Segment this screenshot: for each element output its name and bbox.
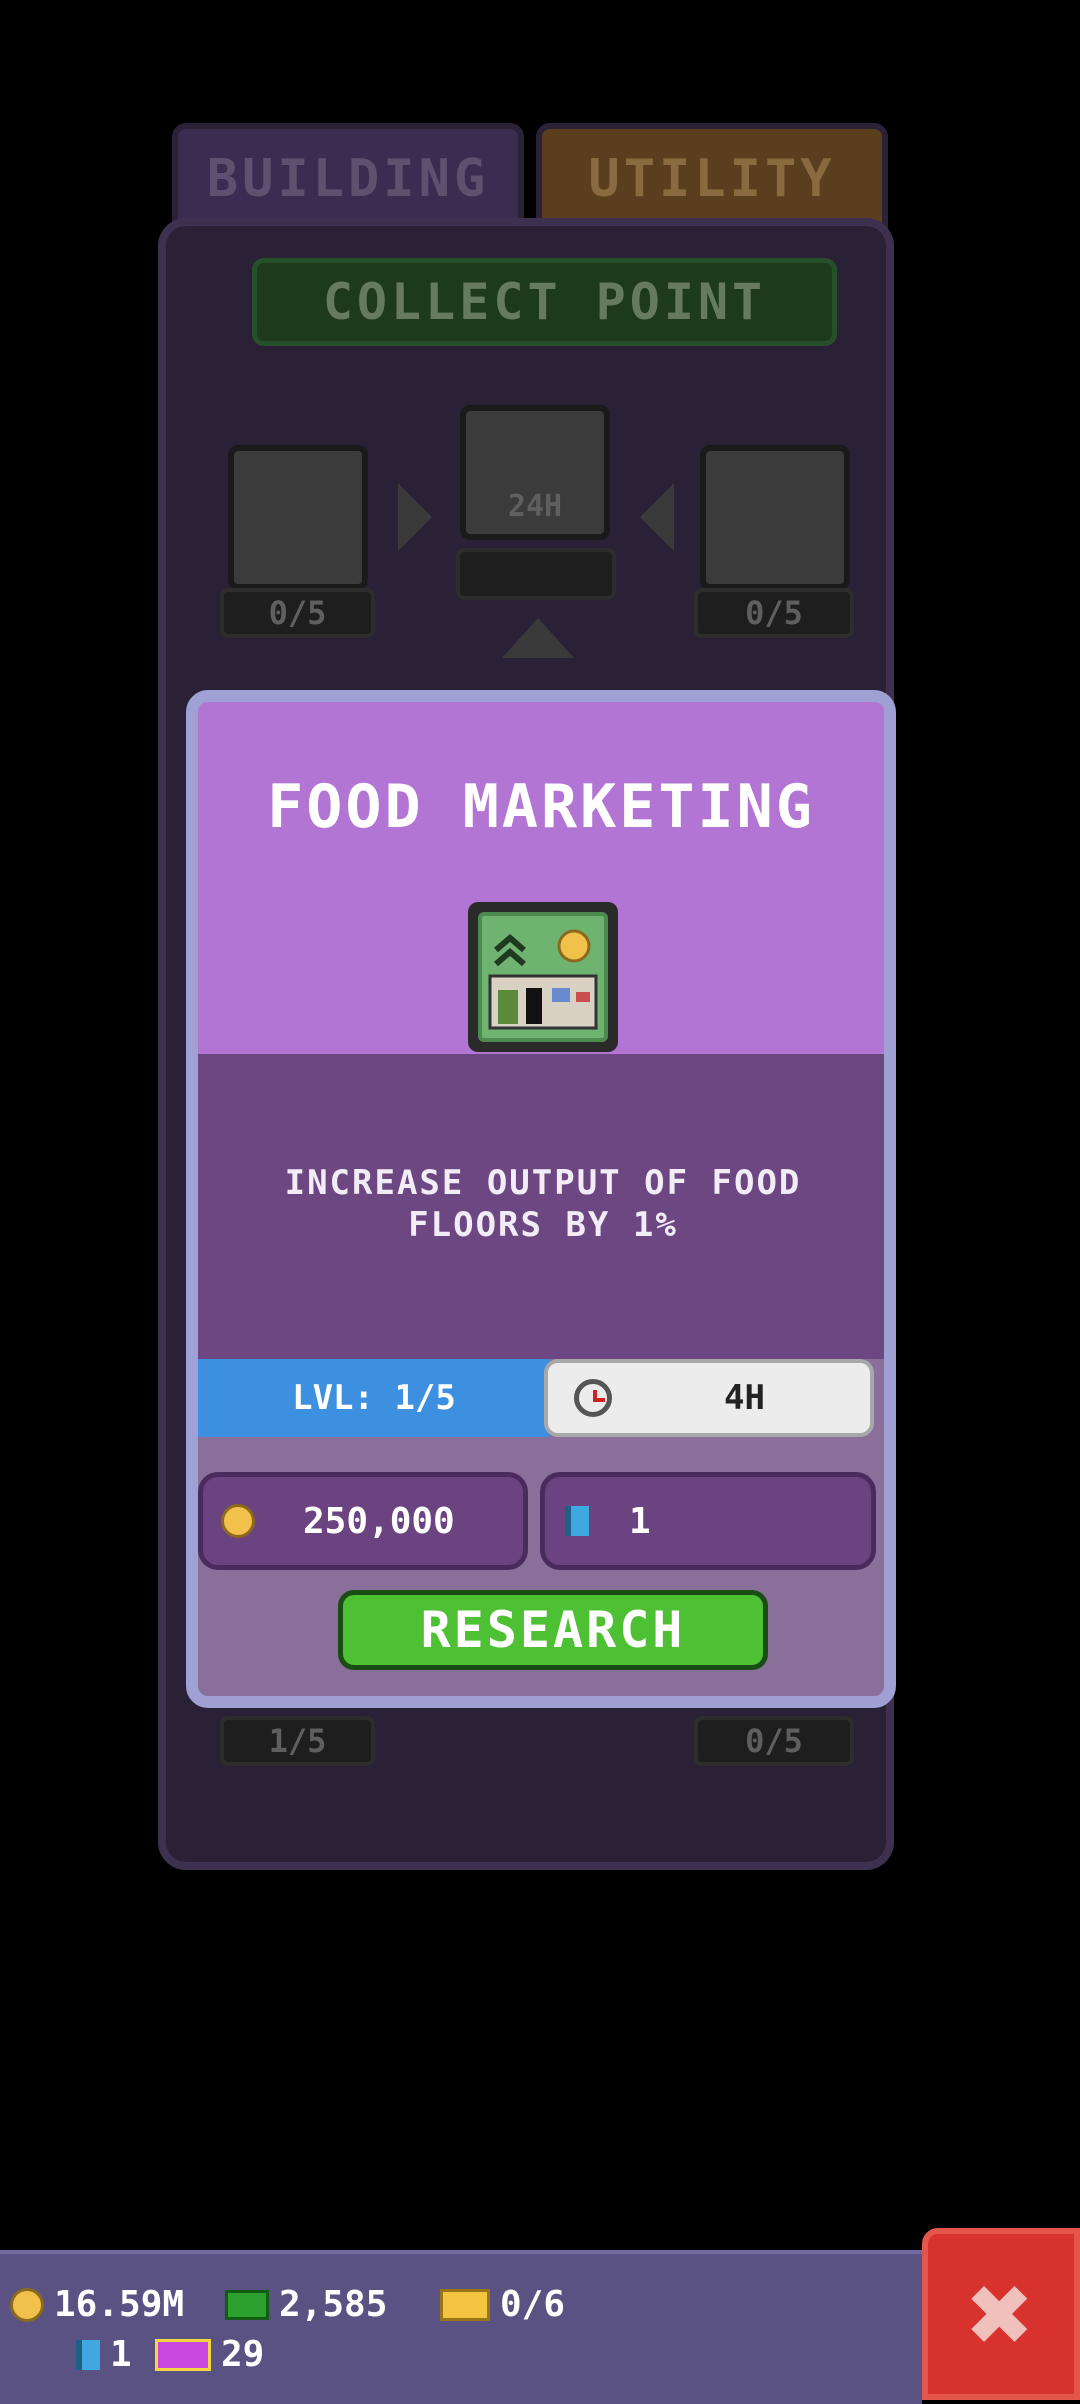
duration-indicator: 4H: [544, 1359, 874, 1437]
coin-icon: [10, 2287, 44, 2322]
clock-icon: [574, 1379, 612, 1417]
close-button[interactable]: ✖: [922, 2228, 1080, 2400]
coin-icon: [221, 1504, 255, 1538]
tree-node-right[interactable]: [700, 445, 850, 590]
tickets-value: 0/6: [500, 2284, 566, 2325]
research-modal: FOOD MARKETING INCREASE OUTPUT OF FOOD F…: [186, 690, 896, 1708]
gems-resource: 1: [76, 2334, 132, 2375]
coin-cost: 250,000: [198, 1472, 528, 1570]
collect-point-header: COLLECT POINT: [252, 258, 837, 346]
food-floor-icon: [488, 929, 598, 1030]
tree-node-left-count: 0/5: [220, 588, 375, 638]
gems-value: 1: [110, 2334, 132, 2375]
modal-title: FOOD MARKETING: [267, 772, 815, 842]
cash-icon: [225, 2289, 269, 2320]
coins-value: 16.59M: [54, 2284, 185, 2325]
resource-bar: 16.59M 2,585 0/6 1 29: [0, 2250, 922, 2404]
cash-resource: 2,585: [225, 2284, 387, 2325]
tree-arrow-up: [502, 618, 574, 658]
duration-label: 4H: [724, 1378, 765, 1418]
tree-node-bottom-right-count: 0/5: [694, 1716, 854, 1766]
food-marketing-icon: [468, 902, 618, 1052]
ticket-icon: [440, 2288, 490, 2321]
coins-resource: 16.59M: [10, 2284, 184, 2325]
research-token-icon: [76, 2339, 100, 2370]
modal-description: INCREASE OUTPUT OF FOOD FLOORS BY 1%: [284, 1163, 802, 1245]
level-indicator: LVL: 1/5: [198, 1359, 550, 1437]
tree-node-right-count: 0/5: [694, 588, 854, 638]
tree-node-bottom-left-count: 1/5: [220, 1716, 375, 1766]
close-icon: ✖: [967, 2250, 1035, 2378]
tree-node-center[interactable]: 24H: [460, 405, 610, 540]
gem-cost: 1: [540, 1472, 876, 1570]
tree-node-center-timer: 24H: [507, 489, 563, 524]
tree-arrow-left: [640, 483, 674, 551]
cash-value: 2,585: [279, 2284, 388, 2325]
vip-resource: 29: [155, 2334, 264, 2375]
tree-node-left[interactable]: [228, 445, 368, 590]
gem-cost-value: 1: [629, 1500, 651, 1542]
tree-node-center-base: [456, 548, 616, 600]
research-button[interactable]: RESEARCH: [338, 1590, 768, 1670]
vip-value: 29: [221, 2334, 265, 2375]
research-token-icon: [565, 1506, 589, 1536]
tree-arrow-right: [398, 483, 432, 551]
tickets-resource: 0/6: [440, 2284, 565, 2325]
coin-cost-value: 250,000: [303, 1500, 455, 1542]
vip-icon: [155, 2338, 211, 2371]
level-label: LVL: 1/5: [292, 1378, 456, 1418]
